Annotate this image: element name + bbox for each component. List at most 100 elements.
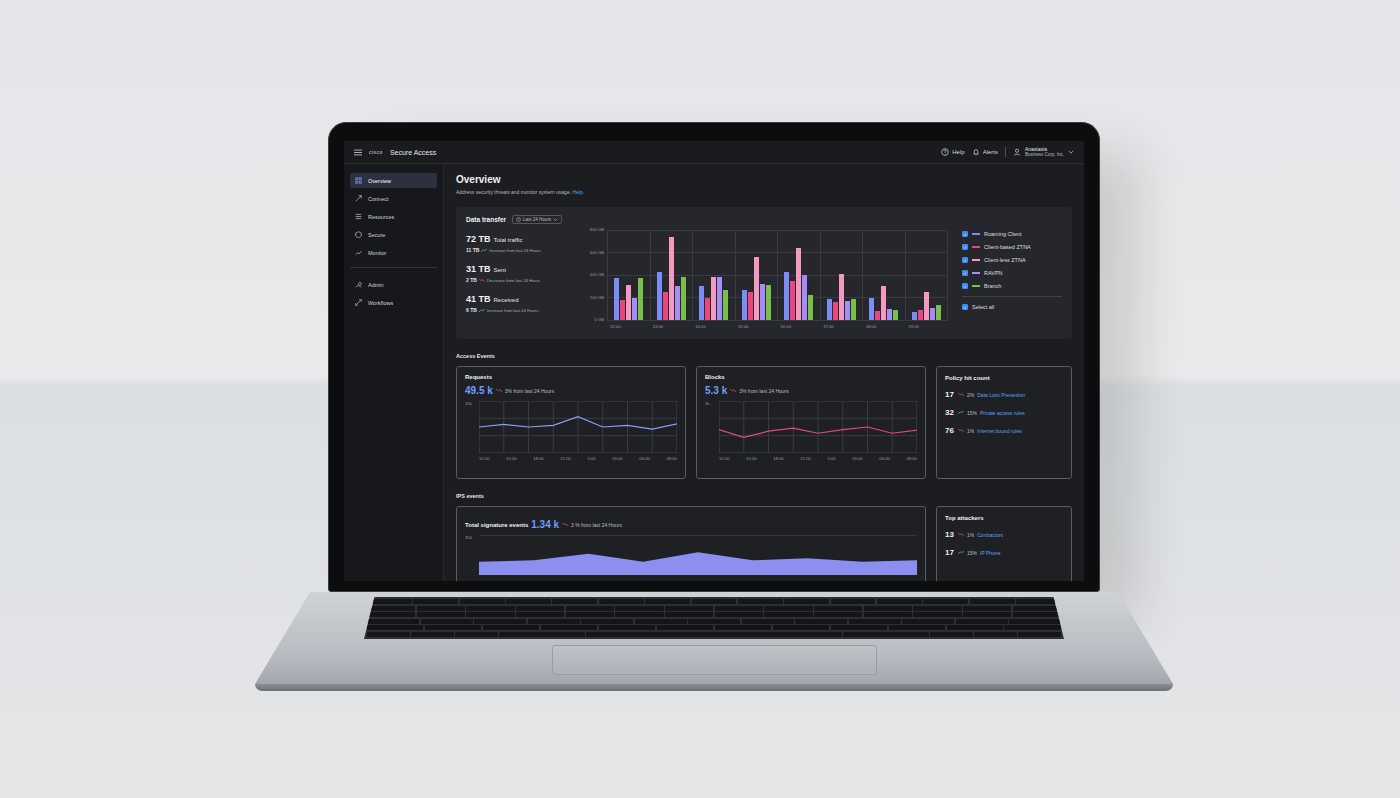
bar[interactable] xyxy=(833,302,838,320)
bar[interactable] xyxy=(887,309,892,320)
bar[interactable] xyxy=(808,295,813,320)
bar[interactable] xyxy=(632,298,637,321)
bar[interactable] xyxy=(663,292,668,320)
legend-item[interactable]: Branch xyxy=(962,283,1062,289)
bar[interactable] xyxy=(638,278,643,320)
keyboard-key xyxy=(645,599,690,604)
sidebar-item[interactable]: Workflows xyxy=(350,295,437,310)
bar[interactable] xyxy=(827,299,832,320)
keyboard-key xyxy=(947,625,1003,630)
keyboard-key xyxy=(483,625,539,630)
legend-item[interactable]: Client-based ZTNA xyxy=(962,244,1062,250)
keyboard-key xyxy=(421,619,473,624)
user-org: Business Corp, Inc. xyxy=(1025,152,1064,157)
checkbox[interactable] xyxy=(962,244,968,250)
help-button[interactable]: Help xyxy=(941,148,964,156)
checkbox[interactable] xyxy=(962,304,968,310)
trend-down-icon xyxy=(562,522,568,527)
check-icon xyxy=(963,245,967,250)
bar[interactable] xyxy=(839,274,844,320)
bar[interactable] xyxy=(893,310,898,320)
bar[interactable] xyxy=(723,290,728,320)
keyboard-key xyxy=(367,632,410,637)
bar[interactable] xyxy=(930,308,935,320)
bar[interactable] xyxy=(918,310,923,320)
bar[interactable] xyxy=(845,301,850,320)
range-dropdown[interactable]: Last 24 Hours xyxy=(512,215,562,224)
bar[interactable] xyxy=(936,305,941,320)
bar[interactable] xyxy=(711,277,716,320)
bar[interactable] xyxy=(705,298,710,321)
clock-icon xyxy=(516,217,521,222)
bar[interactable] xyxy=(790,281,795,320)
keyboard-key xyxy=(864,612,912,617)
nav-item-icon xyxy=(355,231,362,238)
bar[interactable] xyxy=(699,286,704,320)
bar[interactable] xyxy=(620,300,625,320)
checkbox[interactable] xyxy=(962,283,968,289)
bar[interactable] xyxy=(784,272,789,320)
bar[interactable] xyxy=(881,286,886,320)
keyboard-key xyxy=(902,619,954,624)
bar[interactable] xyxy=(626,285,631,320)
keyboard-key xyxy=(581,619,633,624)
keyboard-key xyxy=(814,606,862,611)
sidebar-item[interactable]: Monitor xyxy=(350,245,437,260)
bar[interactable] xyxy=(851,299,856,320)
checkbox[interactable] xyxy=(962,270,968,276)
policy-row[interactable]: 172%Data Loss Prevention xyxy=(945,390,1063,399)
keyboard-key xyxy=(1016,599,1061,604)
policy-row[interactable]: 761%Internet bound rules xyxy=(945,426,1063,435)
legend-item[interactable]: Client-less ZTNA xyxy=(962,257,1062,263)
bar[interactable] xyxy=(869,298,874,321)
legend-item[interactable]: Roaming Client xyxy=(962,231,1062,237)
legend-item[interactable]: RAVPN xyxy=(962,270,1062,276)
line-plot xyxy=(719,401,917,453)
bar[interactable] xyxy=(796,248,801,320)
section-title: IPS events xyxy=(456,493,1072,499)
help-link[interactable]: Help. xyxy=(572,189,584,195)
bar[interactable] xyxy=(717,277,722,320)
bar-group xyxy=(693,230,736,320)
user-menu[interactable]: AnastasiaBusiness Corp, Inc. xyxy=(1013,147,1074,158)
sidebar-divider xyxy=(350,267,437,268)
menu-icon[interactable] xyxy=(354,149,362,156)
bar[interactable] xyxy=(766,285,771,320)
attacker-row[interactable]: 131%Contractors xyxy=(945,530,1063,539)
keyboard-key xyxy=(455,632,498,637)
chevron-down-icon xyxy=(553,217,558,222)
bar[interactable] xyxy=(614,278,619,320)
trackpad xyxy=(552,645,877,675)
scene: ciscoSecure AccessHelpAlertsAnastasiaBus… xyxy=(0,0,1400,798)
sidebar-item[interactable]: Secure xyxy=(350,227,437,242)
bar[interactable] xyxy=(681,277,686,320)
bar[interactable] xyxy=(875,311,880,320)
sidebar-item[interactable]: Admin xyxy=(350,277,437,292)
bar[interactable] xyxy=(924,292,929,320)
bar[interactable] xyxy=(742,290,747,320)
keyboard-key xyxy=(923,599,968,604)
keyboard-key xyxy=(665,606,713,611)
sidebar-item[interactable]: Resources xyxy=(350,209,437,224)
bar[interactable] xyxy=(675,286,680,320)
checkbox[interactable] xyxy=(962,257,968,263)
bar-group xyxy=(608,230,651,320)
bar[interactable] xyxy=(748,292,753,320)
select-all[interactable]: Select all xyxy=(962,296,1062,310)
bar-group xyxy=(821,230,864,320)
alerts-button[interactable]: Alerts xyxy=(972,148,998,156)
top-bar-divider xyxy=(1005,147,1006,157)
bar[interactable] xyxy=(754,257,759,320)
bar[interactable] xyxy=(760,284,765,320)
keyboard-key xyxy=(843,632,928,637)
bar[interactable] xyxy=(669,237,674,320)
sidebar-item[interactable]: Connect xyxy=(350,191,437,206)
bar[interactable] xyxy=(802,275,807,320)
policy-row[interactable]: 3215%Private access rules xyxy=(945,408,1063,417)
checkbox[interactable] xyxy=(962,231,968,237)
sidebar-item[interactable]: Overview xyxy=(350,173,437,188)
bar[interactable] xyxy=(657,272,662,320)
attacker-row[interactable]: 1715%IP Phone xyxy=(945,548,1063,557)
bar[interactable] xyxy=(912,312,917,320)
keyboard-key xyxy=(1013,612,1061,617)
